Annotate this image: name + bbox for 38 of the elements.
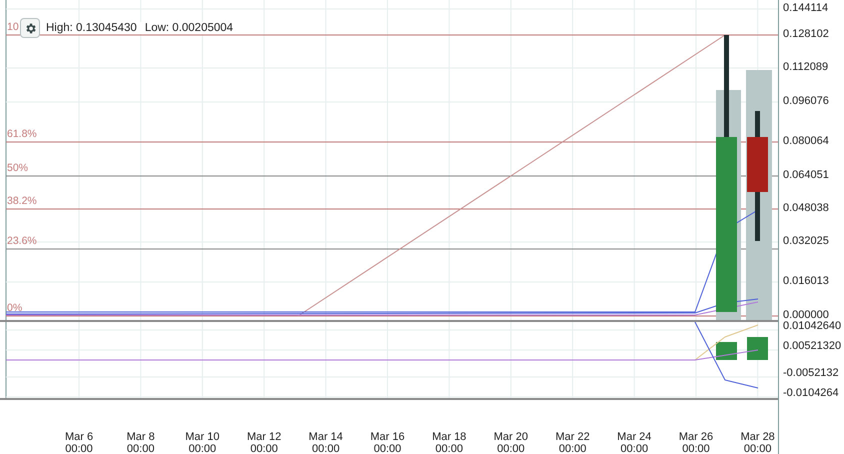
histogram-bar bbox=[747, 337, 768, 360]
indicator-axis-label: -0.0104264 bbox=[783, 387, 839, 400]
price-axis-label: 0.016013 bbox=[783, 275, 829, 288]
price-axis-label: 0.128102 bbox=[783, 28, 829, 41]
date-axis-label: Mar 12 00:00 bbox=[246, 431, 282, 454]
date-axis-label: Mar 20 00:00 bbox=[492, 431, 530, 454]
date-axis-label: Mar 26 00:00 bbox=[678, 431, 714, 454]
fibonacci-level-label: 38.2% bbox=[7, 195, 37, 207]
date-axis-label: Mar 14 00:00 bbox=[308, 431, 344, 454]
histogram-bar bbox=[716, 342, 737, 360]
settings-icon bbox=[24, 22, 36, 34]
date-axis-label: Mar 10 00:00 bbox=[184, 431, 221, 454]
fibonacci-level-label: 61.8% bbox=[7, 128, 37, 140]
date-axis-label: Mar 16 00:00 bbox=[369, 431, 406, 454]
fibonacci-level-label: 23.6% bbox=[7, 235, 37, 247]
price-axis-label: 0.000000 bbox=[783, 309, 829, 321]
indicator-axis-label: 0.01042640 bbox=[783, 320, 842, 333]
low-value: Low: 0.00205004 bbox=[144, 22, 234, 34]
fibonacci-level-label: 50% bbox=[7, 162, 28, 174]
date-axis-label: Mar 6 00:00 bbox=[64, 431, 94, 454]
price-axis-label: 0.048038 bbox=[783, 202, 829, 215]
price-axis-label: 0.064051 bbox=[783, 169, 829, 182]
date-axis-label: Mar 8 00:00 bbox=[126, 431, 156, 454]
high-value: High: 0.13045430 bbox=[46, 22, 137, 34]
price-axis-label: 0.112089 bbox=[783, 61, 828, 74]
date-axis-label: Mar 22 00:00 bbox=[554, 431, 591, 454]
price-axis-label: 0.032025 bbox=[783, 235, 829, 248]
indicator-axis-label: -0.0052132 bbox=[783, 367, 839, 380]
fibonacci-level-label: 0% bbox=[7, 302, 22, 314]
date-axis-label: Mar 28 00:00 bbox=[740, 431, 776, 454]
date-axis-label: Mar 24 00:00 bbox=[616, 431, 652, 454]
settings-button[interactable] bbox=[20, 18, 40, 38]
price-axis-label: 0.080064 bbox=[783, 135, 829, 148]
indicator-axis-label: 0.00521320 bbox=[783, 340, 842, 353]
date-axis-label: Mar 18 00:00 bbox=[431, 431, 468, 454]
price-axis-label: 0.144114 bbox=[783, 2, 828, 15]
price-axis-label: 0.096076 bbox=[783, 95, 829, 108]
fibonacci-level-label: 10 bbox=[7, 21, 19, 33]
